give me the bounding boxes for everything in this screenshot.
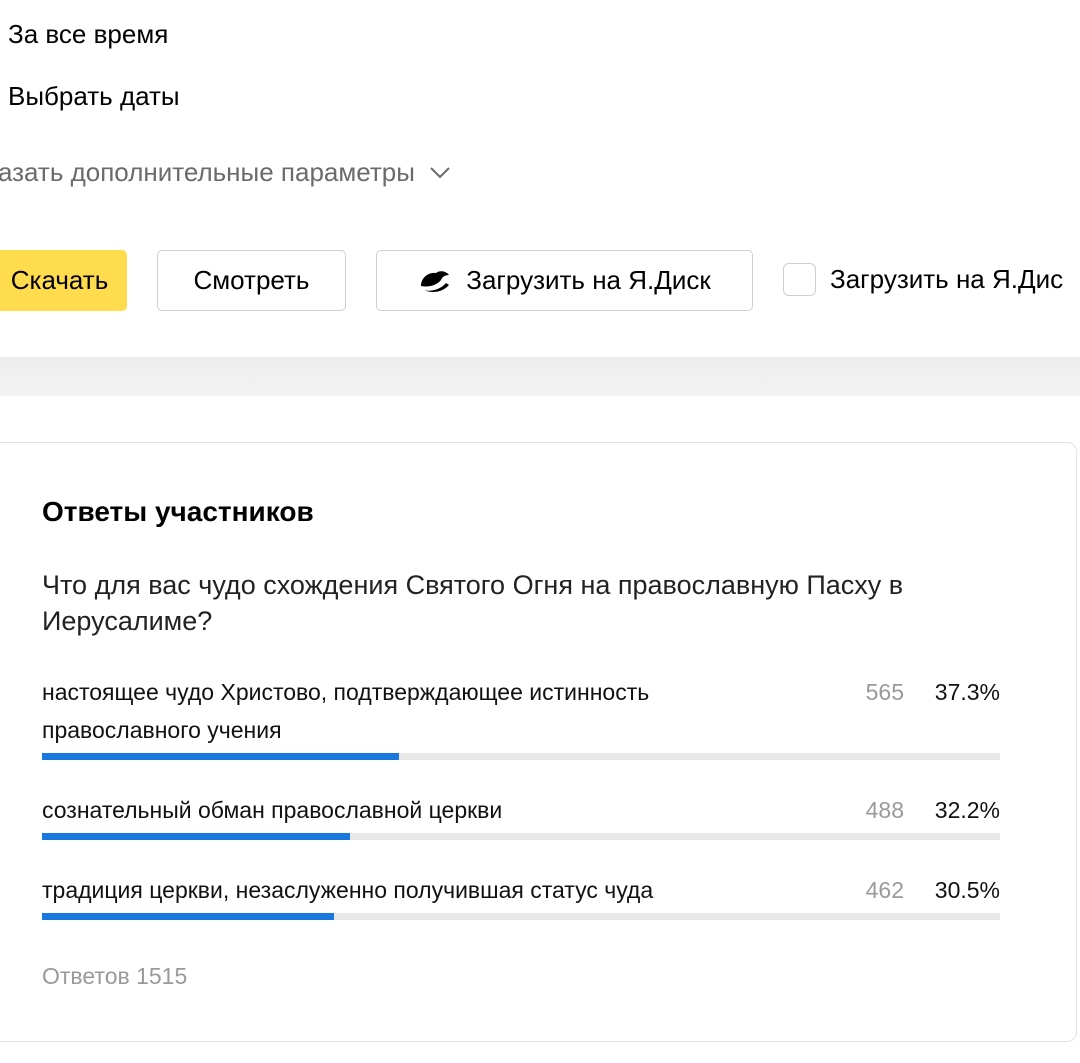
section-divider xyxy=(0,357,1080,396)
upload-to-disk-button[interactable]: Загрузить на Я.Диск xyxy=(376,250,753,311)
poll-answer: традиция церкви, незаслуженно получившая… xyxy=(42,871,1000,921)
download-poll-page: За все время Выбрать даты казать дополни… xyxy=(0,0,1080,1063)
answer-percent: 32.2% xyxy=(934,797,1000,823)
watch-button[interactable]: Смотреть xyxy=(157,250,346,311)
answer-label: сознательный обман православной церкви xyxy=(42,797,503,823)
poll-answer: сознательный обман православной церкви 4… xyxy=(42,791,1000,841)
answer-count: 565 xyxy=(865,679,904,705)
answer-bar-fill xyxy=(42,753,400,760)
download-button[interactable]: Скачать xyxy=(0,250,127,311)
poll-total-answers: Ответов 1515 xyxy=(42,963,188,989)
poll-answer: настоящее чудо Христово, подтверждающее … xyxy=(42,673,1000,763)
poll-title: Ответы участников xyxy=(42,496,314,527)
poll-results-card: Ответы участников Что для вас чудо схожд… xyxy=(0,442,1077,1042)
disk-upload-checkbox[interactable] xyxy=(783,263,816,296)
answer-bar-track xyxy=(42,753,1000,760)
disk-upload-checkbox-label: Загрузить на Я.Дис xyxy=(830,264,1064,294)
answer-percent: 37.3% xyxy=(934,679,1000,705)
more-params-label: казать дополнительные параметры xyxy=(0,157,415,187)
answer-count: 462 xyxy=(865,877,904,903)
watch-button-label: Смотреть xyxy=(193,265,310,295)
answer-bar-track xyxy=(42,913,1000,920)
answer-count: 488 xyxy=(865,797,904,823)
disk-upload-checkbox-row[interactable]: Загрузить на Я.Дис xyxy=(783,263,1063,296)
answer-bar-track xyxy=(42,833,1000,840)
answer-label: традиция церкви, незаслуженно получившая… xyxy=(42,877,654,903)
upload-to-disk-label: Загрузить на Я.Диск xyxy=(466,265,711,295)
answer-bar-fill xyxy=(42,833,351,840)
period-dates-option[interactable]: Выбрать даты xyxy=(8,81,180,112)
period-all-option[interactable]: За все время xyxy=(8,19,168,50)
answer-percent: 30.5% xyxy=(934,877,1000,903)
answer-label: настоящее чудо Христово, подтверждающее … xyxy=(42,679,650,743)
poll-question: Что для вас чудо схождения Святого Огня … xyxy=(42,570,904,636)
answer-bar-fill xyxy=(42,913,335,920)
download-button-label: Скачать xyxy=(10,265,109,295)
more-params-toggle[interactable]: казать дополнительные параметры xyxy=(0,157,451,188)
yandex-disk-icon xyxy=(421,270,450,292)
chevron-down-icon xyxy=(430,166,450,178)
